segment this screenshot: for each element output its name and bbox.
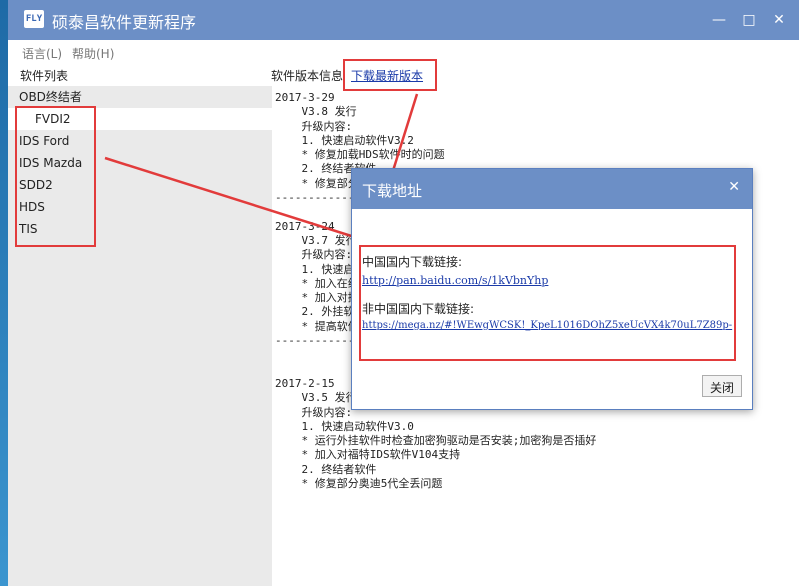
dialog-close-icon[interactable]: ✕ (728, 179, 740, 195)
domestic-download-label: 中国国内下载链接: (362, 255, 463, 269)
arrow-list-to-dialog (104, 156, 366, 243)
download-dialog: 下载地址 ✕ 中国国内下载链接: http://pan.baidu.com/s/… (351, 168, 753, 410)
dialog-close-button[interactable]: 关闭 (702, 375, 742, 397)
dialog-title: 下载地址 (362, 182, 423, 200)
dialog-title-bar[interactable]: 下载地址 ✕ (352, 169, 752, 209)
domestic-download-link[interactable]: http://pan.baidu.com/s/1kVbnYhp (362, 274, 548, 287)
foreign-download-label: 非中国国内下载链接: (362, 302, 475, 316)
foreign-download-link[interactable]: https://mega.nz/#!WEwgWCSK!_KpeL1016DOhZ… (362, 320, 732, 331)
